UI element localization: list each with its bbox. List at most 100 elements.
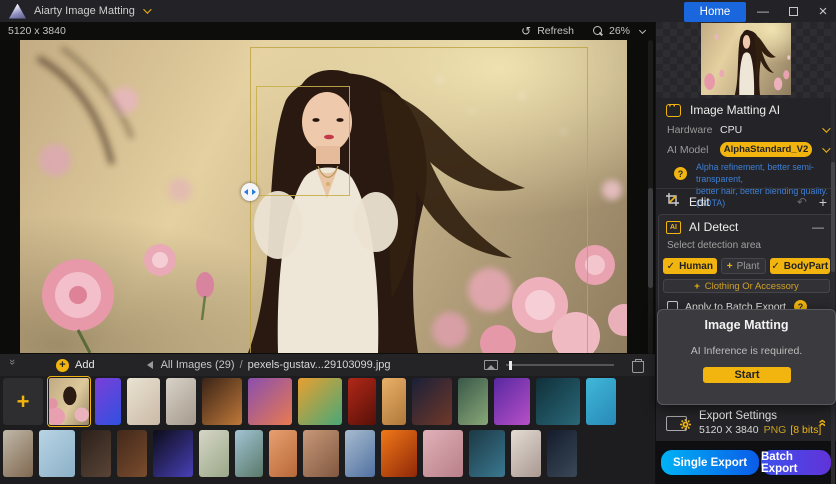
thumbnail-size-slider[interactable] [506,360,614,370]
collapse-filmstrip-icon[interactable]: » [6,359,18,371]
thumbnail[interactable] [382,378,406,425]
face-detection-rect[interactable] [256,86,350,196]
thumbnail[interactable] [536,378,580,425]
thumbnail[interactable] [586,378,616,425]
sidebar-scrollbar[interactable] [831,22,835,484]
zoom-magnifier-icon[interactable] [592,25,603,37]
close-icon: × [818,2,828,20]
back-icon[interactable] [146,361,153,369]
gear-icon [680,417,691,435]
zoom-chevron-down-icon[interactable] [638,26,647,34]
plus-icon: + [726,260,733,272]
dialog-title: Image Matting [704,318,789,332]
add-image-button[interactable]: Add [75,359,95,371]
app-menu-chevron-down-icon[interactable] [143,5,152,14]
thumbnail[interactable] [494,378,530,425]
thumbnail[interactable] [298,378,342,425]
thumbnail[interactable] [412,378,452,425]
ai-model-select[interactable]: AlphaStandard_V2 [720,142,812,157]
thumbnail[interactable] [303,430,339,477]
image-dimensions: 5120 x 3840 [8,25,66,37]
thumbnail-selected[interactable] [47,376,91,427]
thumbnail[interactable] [3,430,33,477]
workspace: 5120 x 3840 ↺ Refresh 26% » + Add All Im… [0,22,655,484]
filmstrip-toolbar: » + Add All Images (29) / pexels-gustav.… [0,354,655,376]
thumbnail[interactable] [235,430,263,477]
thumbnail[interactable] [95,378,121,425]
collapse-panel-icon[interactable]: — [812,220,824,234]
image-canvas[interactable] [0,40,655,354]
plus-icon: + [694,280,700,292]
edit-section-title: Edit [689,195,710,209]
thumbnail[interactable] [117,430,147,477]
thumbnail[interactable] [381,430,417,477]
export-settings-icon [666,415,691,431]
thumbnail[interactable] [166,378,196,425]
image-matting-dialog: Image Matting AI Inference is required. … [657,309,836,405]
sidebar-preview-thumbnail[interactable] [701,23,791,95]
add-edit-icon[interactable]: + [819,194,827,210]
thumbnail[interactable] [127,378,160,425]
check-icon: ✓ [771,260,780,272]
tag-human[interactable]: ✓ Human [663,258,717,274]
current-filename: pexels-gustav...29103099.jpg [247,359,391,371]
thumbnail[interactable] [458,378,488,425]
home-button[interactable]: Home [684,1,746,22]
thumbnail[interactable] [248,378,292,425]
close-button[interactable]: × [810,1,836,21]
all-images-breadcrumb[interactable]: All Images (29) [161,359,235,371]
add-image-tile[interactable]: + [3,378,43,425]
thumbnail[interactable] [199,430,229,477]
tag-clothing-or-accessory[interactable]: + Clothing Or Accessory [663,279,830,293]
tag-plant[interactable]: + Plant [720,258,766,274]
zoom-level[interactable]: 26% [609,25,630,37]
export-settings-summary: 5120 X 3840 PNG [8 bits] [699,424,822,436]
breadcrumb-separator: / [239,359,243,371]
hardware-select[interactable]: CPU [720,124,742,136]
thumbnail[interactable] [153,430,193,477]
batch-export-button[interactable]: Batch Export [759,448,833,477]
thumbnail-row: + [3,376,655,427]
image-matting-ai-icon [666,101,681,117]
sidebar: Image Matting AI Hardware CPU AI Model A… [655,22,836,484]
thumbnail[interactable] [511,430,541,477]
hardware-chevron-down-icon[interactable] [822,124,831,133]
single-export-button[interactable]: Single Export [659,448,761,477]
thumbnail[interactable] [269,430,297,477]
thumbnail[interactable] [81,430,111,477]
delete-image-icon[interactable] [632,359,644,373]
thumbnail[interactable] [423,430,463,477]
refresh-button[interactable]: Refresh [537,25,574,37]
undo-icon[interactable]: ↶ [797,195,807,209]
thumbnail[interactable] [547,430,577,477]
canvas-scrollbar[interactable] [648,40,653,354]
minimize-button[interactable]: — [750,1,776,21]
thumbnail[interactable] [348,378,376,425]
thumbnail[interactable] [345,430,375,477]
thumbnail-grid: + [0,376,655,484]
add-image-icon[interactable]: + [56,358,69,372]
thumbnail[interactable] [39,430,75,477]
thumbnail[interactable] [469,430,505,477]
thumbnail[interactable] [202,378,242,425]
export-settings-title[interactable]: Export Settings [699,410,821,422]
app-logo-icon [9,3,26,19]
maximize-button[interactable] [780,1,806,21]
app-window: Aiarty Image Matting Home — × 5120 x 384… [0,0,836,484]
photo-preview[interactable] [20,40,627,353]
ai-model-chevron-down-icon[interactable] [822,143,831,153]
thumbnail-row [3,430,655,477]
start-button[interactable]: Start [703,367,791,383]
slider-thumb[interactable] [509,360,512,370]
canvas-toolbar: 5120 x 3840 ↺ Refresh 26% [0,22,655,40]
minimize-icon: — [757,4,769,18]
expand-export-chevron-icon[interactable]: » [813,419,829,427]
hardware-label: Hardware [667,124,713,136]
thumbnail-size-icon [484,360,498,370]
compare-slider-handle[interactable] [241,183,259,201]
model-help-icon[interactable]: ? [674,167,687,180]
image-matting-ai-title: Image Matting AI [690,103,781,117]
detection-area-subtitle: Select detection area [667,240,761,251]
refresh-icon[interactable]: ↺ [521,24,531,38]
tag-bodypart[interactable]: ✓ BodyPart [769,258,830,274]
